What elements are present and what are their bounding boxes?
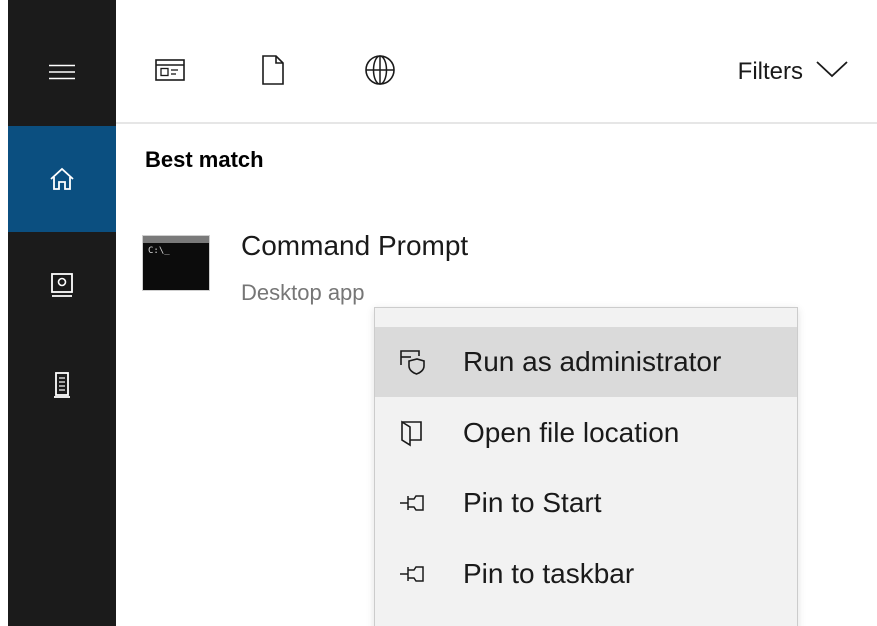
shield-admin-icon [399, 349, 425, 375]
scope-documents-button[interactable] [253, 52, 293, 92]
pin-icon [399, 490, 425, 516]
menu-item-label: Run as administrator [463, 346, 722, 377]
folder-location-icon [399, 420, 425, 447]
best-match-result[interactable]: C:\_ Command Prompt Desktop app [116, 212, 877, 322]
command-prompt-icon-text: C:\_ [148, 246, 170, 256]
tower-device-icon [54, 371, 70, 399]
best-match-heading: Best match [145, 147, 264, 172]
scope-web-button[interactable] [360, 52, 400, 92]
hamburger-menu-icon [49, 64, 75, 80]
result-subtitle: Desktop app [241, 280, 365, 305]
menu-item-open-file-location[interactable]: Open file location [375, 398, 797, 468]
result-title: Command Prompt [241, 230, 469, 261]
menu-item-label: Open file location [463, 417, 680, 448]
filters-dropdown[interactable]: Filters [738, 52, 849, 92]
sidebar-item-devices[interactable] [8, 332, 116, 438]
pin-icon [399, 561, 425, 587]
apps-icon [155, 58, 185, 86]
sidebar-menu-button[interactable] [8, 19, 116, 125]
context-menu: Run as administrator Open file location … [374, 307, 798, 626]
sidebar-item-documents[interactable] [8, 232, 116, 338]
document-icon [261, 54, 285, 91]
filters-label: Filters [737, 58, 803, 85]
menu-item-pin-to-taskbar[interactable]: Pin to taskbar [375, 539, 797, 609]
home-icon [49, 166, 75, 192]
web-globe-icon [364, 54, 396, 91]
scope-apps-button[interactable] [150, 52, 190, 92]
menu-item-run-as-administrator[interactable]: Run as administrator [375, 327, 797, 397]
sidebar-item-home[interactable] [8, 126, 116, 232]
menu-item-label: Pin to Start [463, 487, 602, 518]
command-prompt-icon: C:\_ [143, 236, 209, 290]
chevron-down-icon [815, 58, 849, 86]
notebook-icon [50, 272, 74, 298]
left-gap [0, 0, 8, 626]
menu-item-pin-to-start[interactable]: Pin to Start [375, 468, 797, 538]
search-window: Filters Best match C:\_ Command Prompt D… [0, 0, 877, 626]
menu-item-label: Pin to taskbar [463, 558, 635, 589]
sidebar [8, 0, 116, 626]
search-scope-toolbar: Filters [116, 0, 877, 124]
